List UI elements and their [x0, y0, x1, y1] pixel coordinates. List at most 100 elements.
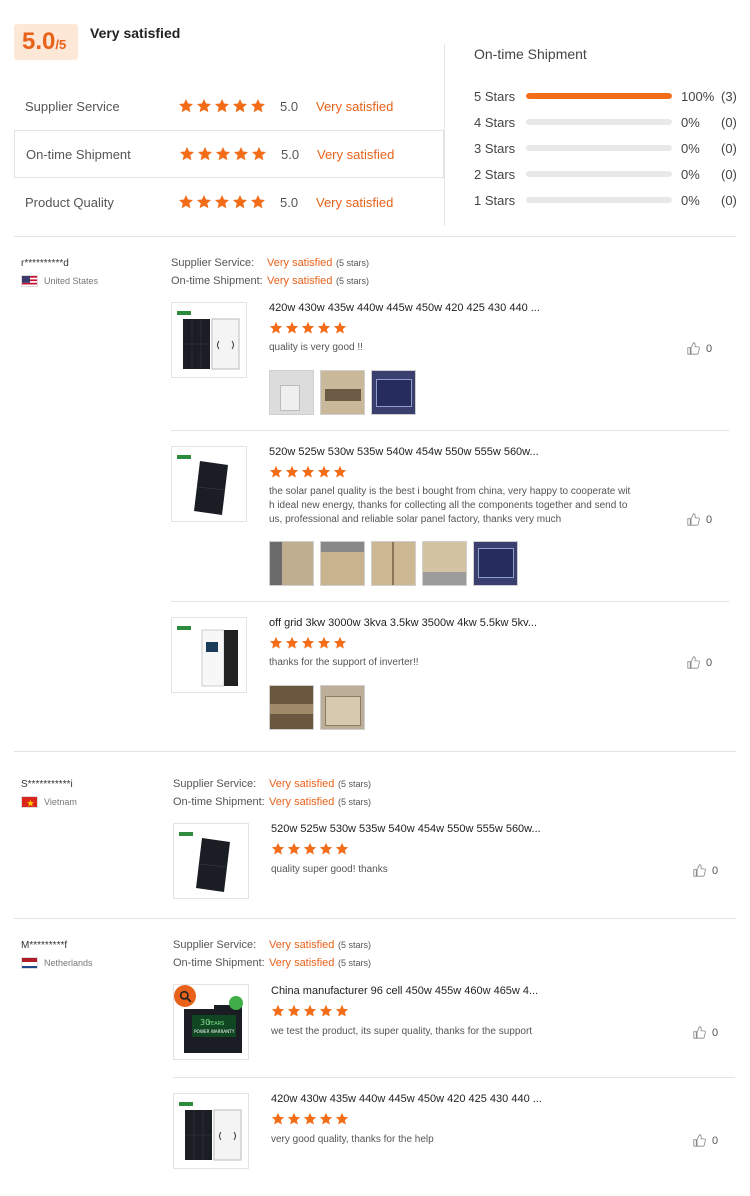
review-photo[interactable]: [320, 685, 365, 730]
meta-value: Very satisfied: [269, 957, 335, 969]
like-button[interactable]: 0: [687, 513, 712, 526]
thumbs-up-icon: [687, 513, 700, 526]
review-photo[interactable]: [269, 370, 314, 415]
product-title[interactable]: off grid 3kw 3000w 3kva 3.5kw 3500w 4kw …: [269, 617, 537, 629]
meta-label: On-time Shipment:: [173, 796, 265, 808]
rating-satisfaction: Very satisfied: [316, 194, 394, 210]
country-name: Vietnam: [44, 797, 77, 807]
product-title[interactable]: 520w 525w 530w 535w 540w 454w 550w 555w …: [271, 823, 541, 835]
reviewer-country: Vietnam: [21, 796, 77, 808]
meta-value: Very satisfied: [267, 275, 333, 287]
star-icon: [271, 1112, 285, 1126]
meta-stars: (5 stars): [336, 258, 370, 268]
product-thumbnail[interactable]: [173, 1093, 249, 1169]
product-title[interactable]: 420w 430w 435w 440w 445w 450w 420 425 43…: [271, 1093, 542, 1105]
like-count: 0: [712, 864, 719, 877]
review-photo[interactable]: [371, 370, 416, 415]
bar-track: [526, 171, 672, 177]
like-button[interactable]: 0: [693, 1134, 718, 1147]
section-divider: [14, 751, 736, 752]
bar-label: 4 Stars: [474, 114, 516, 130]
meta-label: Supplier Service:: [171, 257, 255, 269]
star-icon: [317, 636, 331, 650]
review-photos: [269, 370, 416, 415]
like-button[interactable]: 0: [687, 342, 712, 355]
bar-track: [526, 145, 672, 151]
product-stars: [269, 321, 347, 335]
product-title[interactable]: 520w 525w 530w 535w 540w 454w 550w 555w …: [269, 446, 539, 458]
product-thumbnail[interactable]: [173, 823, 249, 899]
rating-stars: [178, 98, 266, 114]
rating-satisfaction: Very satisfied: [317, 146, 395, 162]
rating-row-ontime-shipment[interactable]: On-time Shipment 5.0 Very satisfied: [14, 130, 444, 178]
overall-score-badge: 5.0/5: [14, 24, 78, 60]
thumbs-up-icon: [687, 342, 700, 355]
bar-percent: 100%: [681, 88, 715, 104]
rating-satisfaction: Very satisfied: [316, 98, 394, 114]
review-photo[interactable]: [371, 541, 416, 586]
review-comment: quality super good! thanks: [271, 864, 388, 875]
review-photo[interactable]: [269, 685, 314, 730]
star-icon: [285, 636, 299, 650]
reviewer-country: Netherlands: [21, 957, 93, 969]
review-photo[interactable]: [320, 370, 365, 415]
meta-label: Supplier Service:: [173, 939, 257, 951]
star-icon: [301, 636, 315, 650]
reviewer-name: M*********f: [21, 940, 68, 951]
thumbs-up-icon: [693, 1134, 706, 1147]
section-divider: [14, 918, 736, 919]
reviewer-country: United States: [21, 275, 98, 287]
product-title[interactable]: China manufacturer 96 cell 450w 455w 460…: [271, 985, 538, 997]
star-icon: [335, 842, 349, 856]
star-icon: [335, 1112, 349, 1126]
like-button[interactable]: 0: [693, 864, 718, 877]
meta-value: Very satisfied: [269, 939, 335, 951]
shipment-bar-row: 5 Stars 100% (3): [474, 88, 744, 104]
thumb-years-label: YEARS: [207, 1021, 224, 1027]
bar-count: (3): [721, 88, 737, 104]
thumbs-up-icon: [687, 656, 700, 669]
product-thumbnail[interactable]: [171, 617, 247, 693]
star-icon: [196, 98, 212, 114]
rating-label: Product Quality: [25, 194, 114, 210]
country-name: Netherlands: [44, 958, 93, 968]
country-name: United States: [44, 276, 99, 286]
star-icon: [333, 465, 347, 479]
thumbs-up-icon: [693, 864, 706, 877]
bar-fill: [526, 93, 672, 99]
star-icon: [319, 842, 333, 856]
star-icon: [269, 465, 283, 479]
star-icon: [317, 465, 331, 479]
review-photo[interactable]: [422, 541, 467, 586]
star-icon: [178, 194, 194, 210]
review-photo[interactable]: [269, 541, 314, 586]
flag-nl-icon: [21, 957, 38, 969]
like-button[interactable]: 0: [693, 1026, 718, 1039]
shipment-bar-row: 4 Stars 0% (0): [474, 114, 744, 130]
product-divider: [171, 430, 729, 431]
overall-satisfaction: Very satisfied: [90, 25, 181, 41]
search-icon[interactable]: [174, 985, 196, 1007]
review-comment: thanks for the support of inverter!!: [269, 657, 419, 668]
product-thumbnail[interactable]: [171, 446, 247, 522]
review-photo[interactable]: [320, 541, 365, 586]
product-title[interactable]: 420w 430w 435w 440w 445w 450w 420 425 43…: [269, 302, 540, 314]
rating-stars: [179, 146, 267, 162]
bar-label: 2 Stars: [474, 166, 516, 182]
star-icon: [303, 842, 317, 856]
review-photos: [269, 541, 518, 586]
star-icon: [179, 146, 195, 162]
star-icon: [317, 321, 331, 335]
like-button[interactable]: 0: [687, 656, 712, 669]
product-thumbnail[interactable]: [171, 302, 247, 378]
meta-label: On-time Shipment:: [173, 957, 265, 969]
bar-count: (0): [721, 166, 737, 182]
bar-track: [526, 93, 672, 99]
section-divider: [14, 236, 736, 237]
star-icon: [233, 146, 249, 162]
review-meta: Supplier Service: Very satisfied (5 stars)…: [171, 254, 369, 290]
review-photo[interactable]: [473, 541, 518, 586]
star-icon: [214, 194, 230, 210]
rating-label: Supplier Service: [25, 98, 120, 114]
meta-value: Very satisfied: [269, 778, 335, 790]
